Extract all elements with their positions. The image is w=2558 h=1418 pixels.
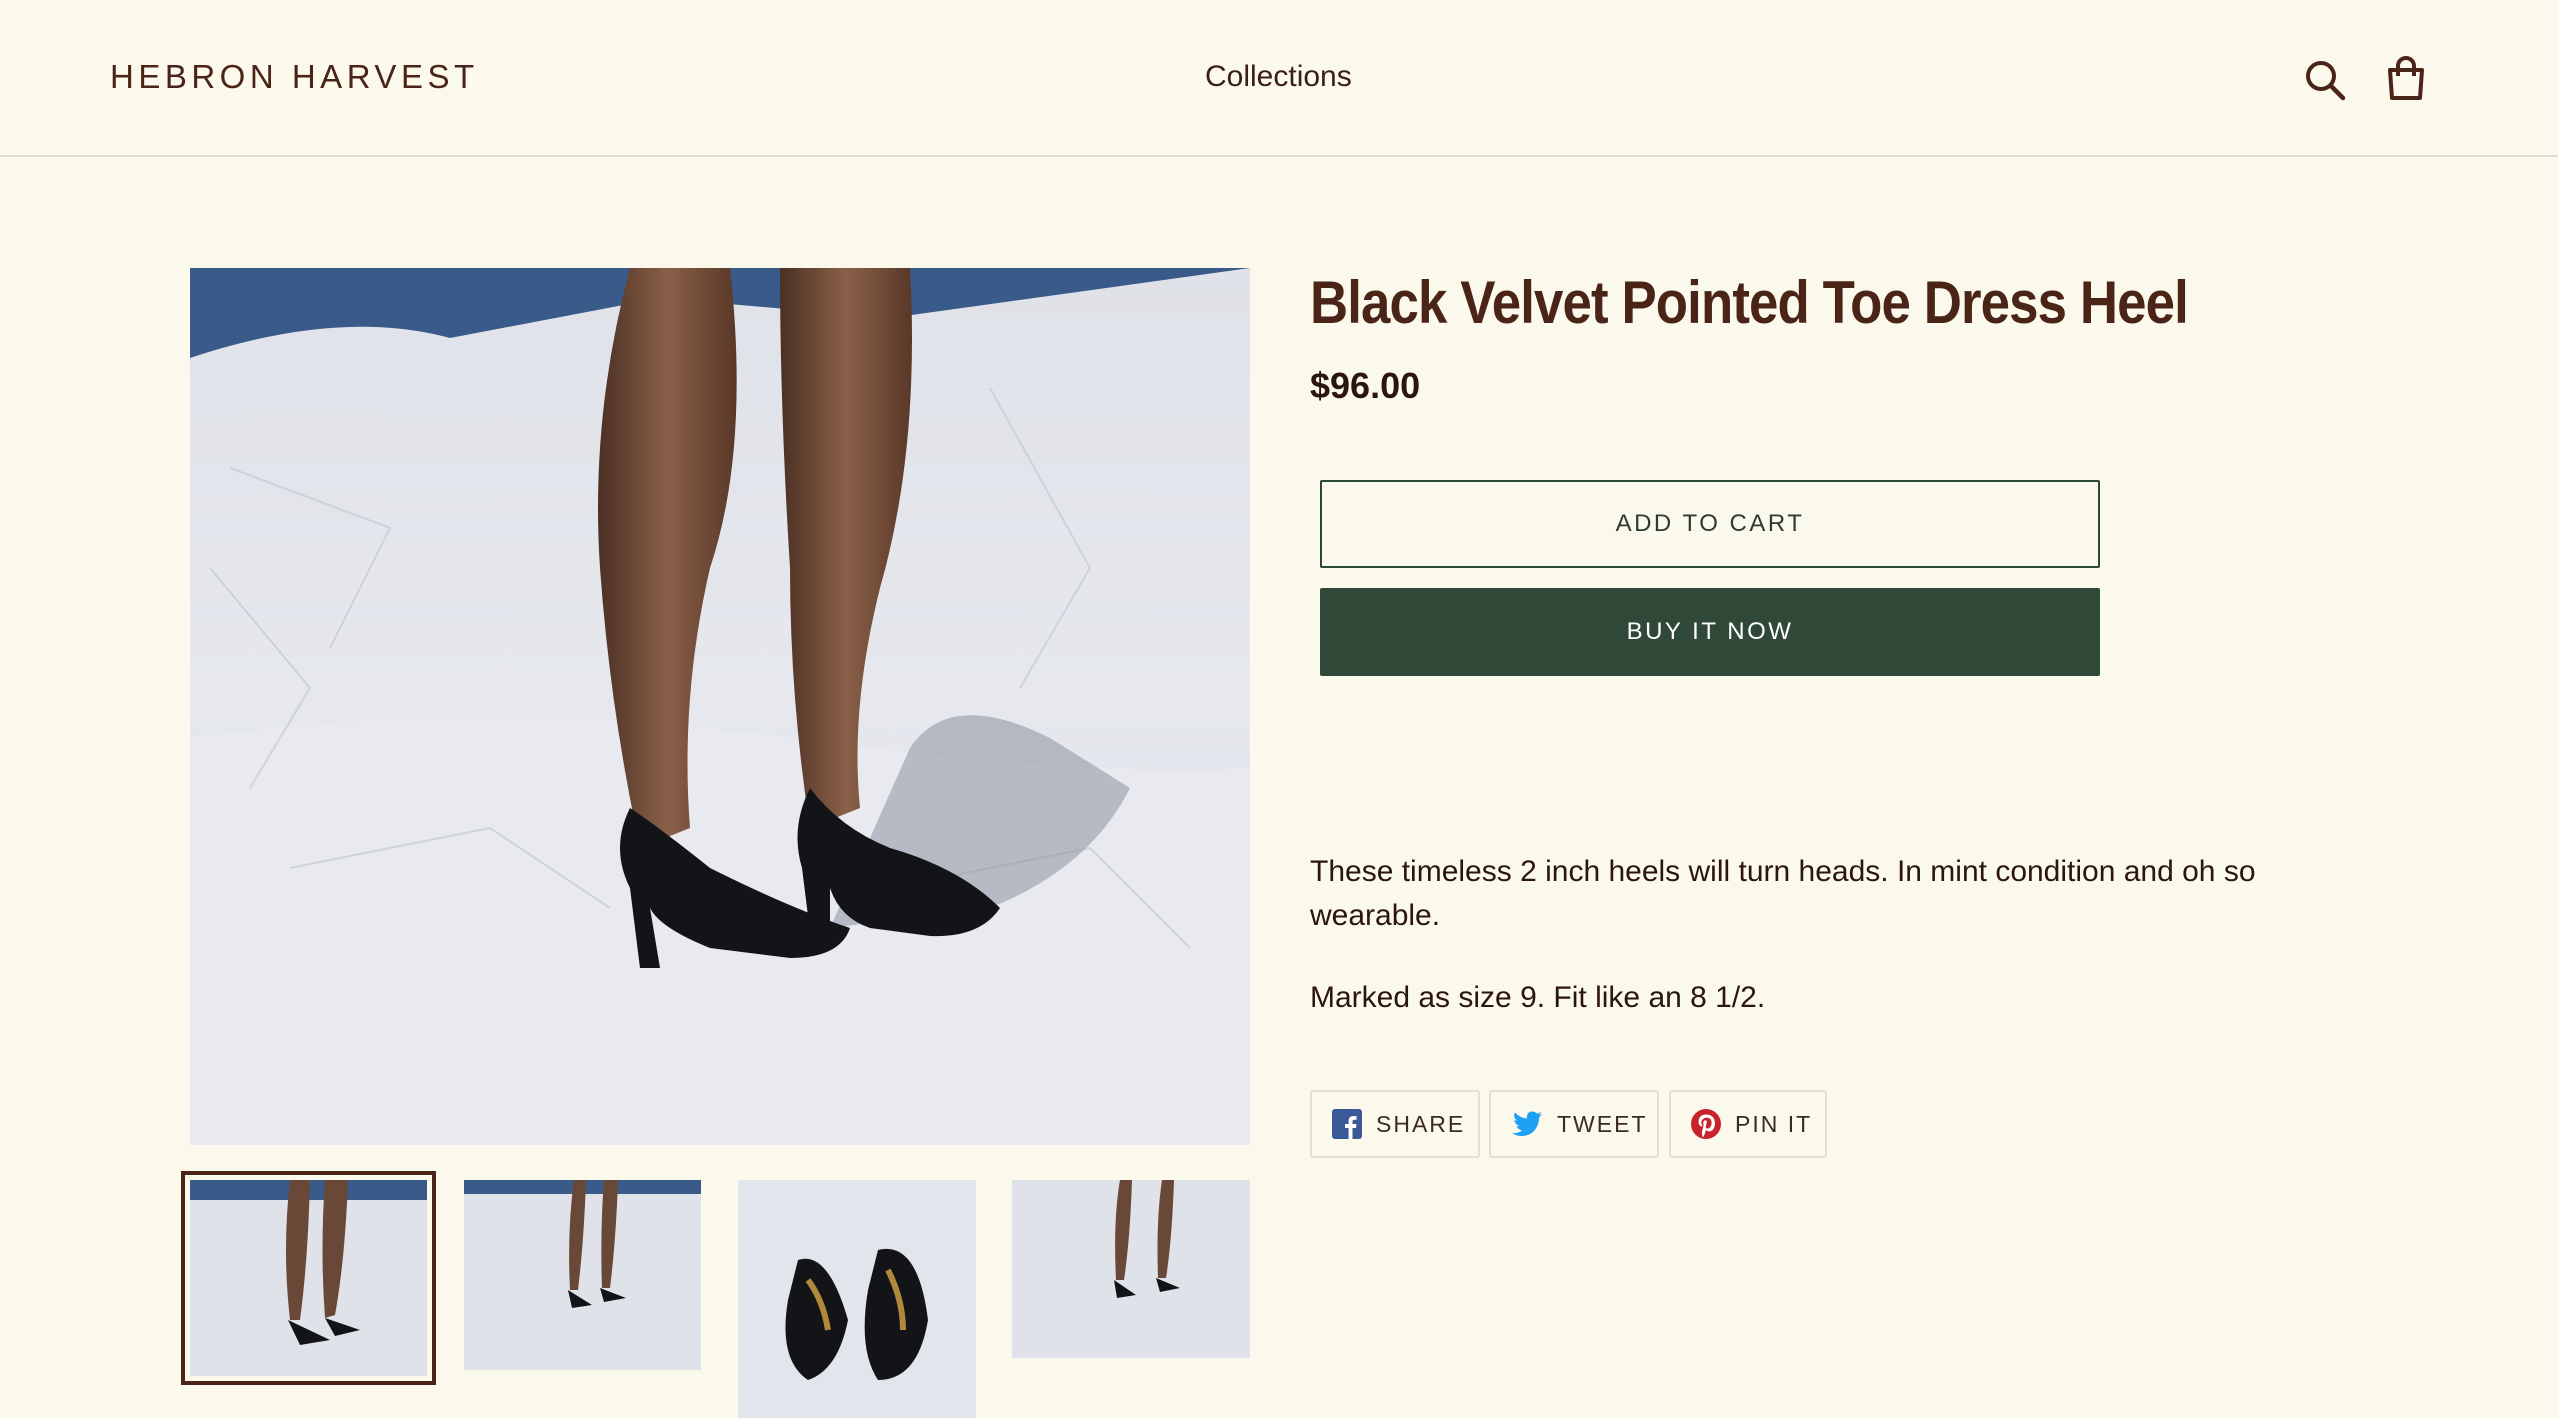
share-pinterest-label: PIN IT: [1735, 1110, 1813, 1137]
thumbnail-1[interactable]: [181, 1171, 436, 1385]
share-facebook-button[interactable]: SHARE: [1310, 1090, 1480, 1158]
share-facebook-label: SHARE: [1376, 1110, 1466, 1137]
store-logo[interactable]: HEBRON HARVEST: [110, 58, 479, 96]
add-to-cart-button[interactable]: ADD TO CART: [1320, 480, 2100, 568]
description-paragraph-1: These timeless 2 inch heels will turn he…: [1310, 855, 2256, 932]
description-paragraph-2: Marked as size 9. Fit like an 8 1/2.: [1310, 981, 1766, 1014]
share-pinterest-button[interactable]: PIN IT: [1669, 1090, 1827, 1158]
product-price: $96.00: [1310, 365, 1421, 406]
twitter-icon: [1512, 1111, 1542, 1136]
nav-collections[interactable]: Collections: [1205, 60, 1352, 94]
thumbnail-3[interactable]: [738, 1180, 976, 1418]
search-icon[interactable]: [2303, 58, 2347, 102]
product-title: Black Velvet Pointed Toe Dress Heel: [1310, 269, 2189, 336]
site-header: HEBRON HARVEST Collections: [0, 0, 2558, 157]
facebook-icon: [1332, 1109, 1362, 1139]
pinterest-icon: [1691, 1109, 1721, 1139]
product-description: These timeless 2 inch heels will turn he…: [1310, 850, 2290, 1058]
thumbnail-2[interactable]: [464, 1180, 701, 1370]
thumbnail-4[interactable]: [1012, 1180, 1250, 1358]
share-twitter-button[interactable]: TWEET: [1489, 1090, 1659, 1158]
buy-it-now-button[interactable]: BUY IT NOW: [1320, 588, 2100, 676]
product-main-image[interactable]: [190, 268, 1250, 1145]
share-twitter-label: TWEET: [1557, 1110, 1648, 1137]
cart-icon[interactable]: [2384, 56, 2428, 100]
